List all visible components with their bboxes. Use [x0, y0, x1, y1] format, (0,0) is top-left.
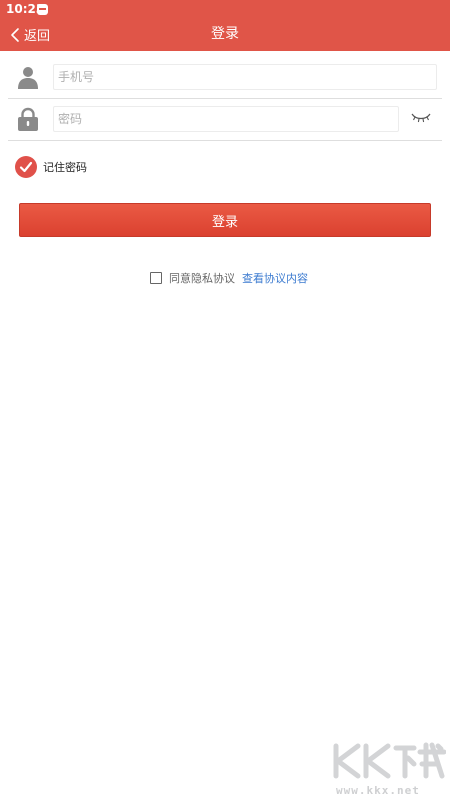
checkmark-icon: [15, 156, 37, 178]
nav-bar: 返回 登录: [0, 18, 450, 51]
back-button[interactable]: 返回: [10, 18, 50, 51]
eye-closed-icon[interactable]: [411, 110, 431, 124]
password-input[interactable]: [53, 106, 399, 132]
watermark: www.kkx.net: [328, 740, 446, 797]
view-agreement-link[interactable]: 查看协议内容: [242, 270, 308, 286]
back-label: 返回: [24, 29, 51, 44]
agreement-checkbox[interactable]: [150, 272, 162, 284]
page-title: 登录: [211, 26, 239, 42]
chevron-left-icon: [11, 27, 19, 42]
phone-input[interactable]: [53, 64, 437, 90]
remember-password-label: 记住密码: [43, 161, 87, 174]
agreement-row: 同意隐私协议 查看协议内容: [150, 271, 308, 285]
phone-row: [8, 57, 442, 97]
notification-icon: [37, 4, 48, 15]
agreement-label: 同意隐私协议: [169, 272, 235, 285]
watermark-url: www.kkx.net: [336, 784, 420, 797]
password-row: [8, 99, 442, 139]
lock-icon: [18, 107, 38, 131]
user-icon: [18, 67, 38, 89]
kk-logo: [333, 742, 446, 779]
remember-password-toggle[interactable]: 记住密码: [15, 156, 87, 178]
status-bar: 10:23: [0, 0, 450, 18]
divider: [8, 140, 442, 141]
login-button[interactable]: 登录: [19, 203, 431, 237]
